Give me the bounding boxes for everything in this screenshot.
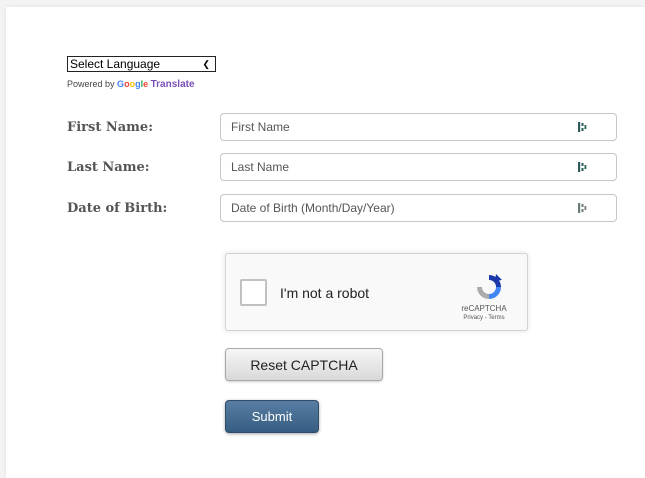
password-manager-icon[interactable] (576, 201, 590, 215)
recaptcha-privacy-terms[interactable]: Privacy - Terms (448, 315, 520, 321)
translate-text: Translate (150, 79, 195, 90)
form-card (6, 7, 645, 478)
first-name-placeholder: First Name (231, 120, 290, 134)
submit-button[interactable]: Submit (225, 400, 319, 433)
google-logo: Google (117, 79, 149, 89)
password-manager-icon[interactable] (576, 120, 590, 134)
dob-label: Date of Birth: (67, 201, 168, 216)
powered-by-google-translate[interactable]: Powered by Google Translate (67, 79, 195, 90)
recaptcha-widget: I'm not a robot reCAPTCHA Privacy - Term… (225, 253, 528, 331)
language-select[interactable]: Select Language ❮ (67, 56, 216, 72)
dob-input[interactable]: Date of Birth (Month/Day/Year) (220, 194, 617, 222)
password-manager-icon[interactable] (576, 160, 590, 174)
first-name-input[interactable]: First Name (220, 113, 617, 141)
reset-captcha-button[interactable]: Reset CAPTCHA (225, 348, 383, 381)
recaptcha-label: I'm not a robot (280, 285, 370, 301)
dob-placeholder: Date of Birth (Month/Day/Year) (231, 201, 395, 215)
powered-by-text: Powered by (67, 79, 115, 89)
recaptcha-checkbox[interactable] (240, 279, 267, 306)
recaptcha-brand: reCAPTCHA (461, 304, 507, 313)
last-name-placeholder: Last Name (231, 160, 290, 174)
recaptcha-logo-icon (472, 272, 506, 302)
first-name-label: First Name: (67, 120, 153, 135)
language-select-value: Select Language (70, 57, 161, 71)
chevron-down-icon: ❮ (202, 59, 210, 69)
last-name-input[interactable]: Last Name (220, 153, 617, 181)
last-name-label: Last Name: (67, 160, 150, 175)
